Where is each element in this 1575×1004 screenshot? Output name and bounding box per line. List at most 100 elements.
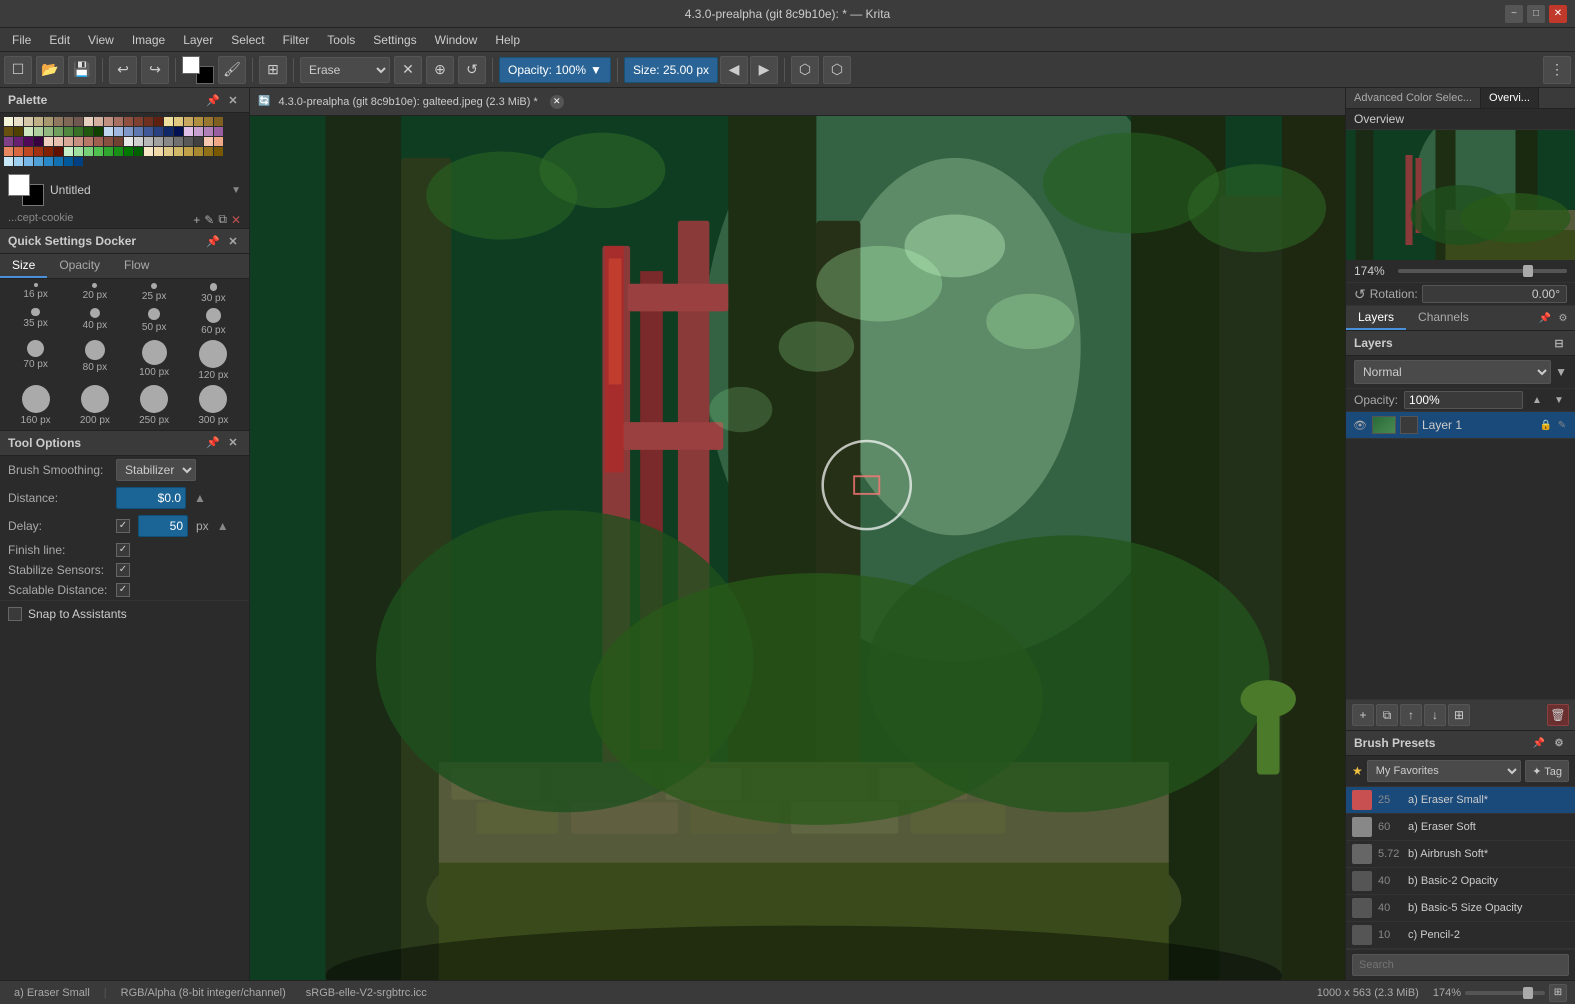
color-swatch[interactable] <box>84 137 93 146</box>
color-swatch[interactable] <box>124 137 133 146</box>
color-swatch[interactable] <box>194 117 203 126</box>
color-swatch[interactable] <box>184 137 193 146</box>
brush-size-item[interactable]: 80 px <box>67 340 122 381</box>
save-document-button[interactable]: 💾 <box>68 56 96 84</box>
brush-tool-button[interactable]: 🖌 <box>218 56 246 84</box>
tab-opacity[interactable]: Opacity <box>47 254 112 278</box>
brush-size-item[interactable]: 70 px <box>8 340 63 381</box>
color-swatch[interactable] <box>184 127 193 136</box>
menu-filter[interactable]: Filter <box>275 31 318 49</box>
brush-size-item[interactable]: 300 px <box>186 385 241 426</box>
color-swatch[interactable] <box>24 117 33 126</box>
brush-size-item[interactable]: 120 px <box>186 340 241 381</box>
color-swatch[interactable] <box>54 147 63 156</box>
color-swatch[interactable] <box>94 137 103 146</box>
color-swatch[interactable] <box>14 137 23 146</box>
flatten-layer-button[interactable]: ⊞ <box>1448 704 1470 726</box>
color-swatch[interactable] <box>94 127 103 136</box>
palette-copy-btn[interactable]: ⧉ <box>218 212 227 227</box>
tab-channels[interactable]: Channels <box>1406 306 1481 330</box>
menu-edit[interactable]: Edit <box>41 31 78 49</box>
brush-preset-item[interactable]: 60a) Eraser Soft <box>1346 814 1575 841</box>
color-swatch[interactable] <box>134 147 143 156</box>
tab-size[interactable]: Size <box>0 254 47 278</box>
color-swatch[interactable] <box>114 117 123 126</box>
brush-smoothing-select[interactable]: Stabilizer <box>116 459 196 481</box>
more-options-button[interactable]: ⋮ <box>1543 56 1571 84</box>
menu-window[interactable]: Window <box>427 31 486 49</box>
color-swatch[interactable] <box>4 157 13 166</box>
color-swatch[interactable] <box>4 147 13 156</box>
move-layer-up-button[interactable]: ↑ <box>1400 704 1422 726</box>
menu-help[interactable]: Help <box>487 31 528 49</box>
color-swatch[interactable] <box>64 127 73 136</box>
add-layer-button[interactable]: + <box>1352 704 1374 726</box>
palette-close-icon[interactable]: ✕ <box>225 92 241 108</box>
color-swatch[interactable] <box>54 117 63 126</box>
palette-edit-btn[interactable]: ✎ <box>204 212 214 227</box>
tab-layers[interactable]: Layers <box>1346 306 1406 330</box>
color-swatch[interactable] <box>104 117 113 126</box>
color-swatch[interactable] <box>44 157 53 166</box>
color-swatch[interactable] <box>114 147 123 156</box>
color-swatch[interactable] <box>134 137 143 146</box>
palette-delete-btn[interactable]: ✕ <box>231 212 241 227</box>
color-swatch[interactable] <box>24 137 33 146</box>
color-swatch[interactable] <box>104 147 113 156</box>
brush-size-item[interactable]: 250 px <box>127 385 182 426</box>
menu-tools[interactable]: Tools <box>319 31 363 49</box>
color-swatch[interactable] <box>34 147 43 156</box>
color-swatch[interactable] <box>124 117 133 126</box>
color-swatch[interactable] <box>204 137 213 146</box>
palette-header[interactable]: Palette 📌 ✕ <box>0 88 249 113</box>
move-layer-down-button[interactable]: ↓ <box>1424 704 1446 726</box>
delay-spinner[interactable]: ▲ <box>217 519 229 533</box>
distance-spinner-up[interactable]: ▲ <box>194 491 206 505</box>
color-swatch[interactable] <box>204 147 213 156</box>
color-swatch[interactable] <box>4 127 13 136</box>
layers-mode-select[interactable]: Normal <box>1354 360 1551 384</box>
brush-preset-item[interactable]: 25a) Eraser Small* <box>1346 787 1575 814</box>
brush-presets-settings-icon[interactable]: ⚙ <box>1551 735 1567 751</box>
scalable-distance-checkbox[interactable]: ✓ <box>116 583 130 597</box>
quick-settings-header[interactable]: Quick Settings Docker 📌 ✕ <box>0 229 249 254</box>
color-swatch[interactable] <box>24 127 33 136</box>
color-swatch[interactable] <box>174 147 183 156</box>
color-swatch[interactable] <box>164 127 173 136</box>
menu-file[interactable]: File <box>4 31 39 49</box>
brush-size-item[interactable]: 30 px <box>186 283 241 304</box>
color-swatch[interactable] <box>114 127 123 136</box>
color-swatch[interactable] <box>44 127 53 136</box>
color-swatch[interactable] <box>134 127 143 136</box>
color-swatch[interactable] <box>144 137 153 146</box>
brush-size-item[interactable]: 60 px <box>186 308 241 336</box>
statusbar-fit-button[interactable]: ⊞ <box>1549 984 1567 1002</box>
color-swatch[interactable] <box>144 127 153 136</box>
brush-size-item[interactable]: 50 px <box>127 308 182 336</box>
brush-mode-select[interactable]: Erase <box>300 57 390 83</box>
color-swatch[interactable] <box>194 137 203 146</box>
layer-visibility-icon[interactable]: 👁 <box>1352 417 1368 433</box>
layers-filter-icon[interactable]: ⊟ <box>1551 335 1567 351</box>
undo-button[interactable]: ↩ <box>109 56 137 84</box>
copy-layer-button[interactable]: ⧉ <box>1376 704 1398 726</box>
brush-size-item[interactable]: 35 px <box>8 308 63 336</box>
color-swatch[interactable] <box>14 127 23 136</box>
color-swatch[interactable] <box>204 127 213 136</box>
color-swatch[interactable] <box>64 137 73 146</box>
overview-image[interactable] <box>1346 130 1575 260</box>
canvas-area[interactable] <box>250 116 1345 980</box>
distance-input[interactable] <box>116 487 186 509</box>
tab-flow[interactable]: Flow <box>112 254 161 278</box>
color-swatch[interactable] <box>74 137 83 146</box>
color-swatch[interactable] <box>154 147 163 156</box>
color-swatch[interactable] <box>64 117 73 126</box>
maximize-button[interactable]: □ <box>1527 5 1545 23</box>
size-decrease-button[interactable]: ◀ <box>720 56 748 84</box>
color-swatch[interactable] <box>14 117 23 126</box>
color-swatch[interactable] <box>84 127 93 136</box>
color-swatch[interactable] <box>134 117 143 126</box>
brush-preset-item[interactable]: 10c) Pencil-2 <box>1346 922 1575 949</box>
color-swatch[interactable] <box>74 127 83 136</box>
color-swatch[interactable] <box>44 137 53 146</box>
